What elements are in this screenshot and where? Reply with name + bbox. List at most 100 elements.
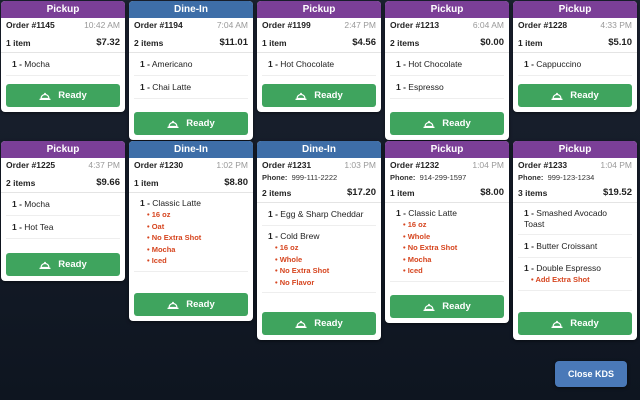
ready-button[interactable]: Ready [390, 112, 504, 135]
order-type-header: Pickup [1, 1, 125, 18]
item-count: 1 item [518, 37, 543, 48]
ready-label: Ready [58, 259, 87, 270]
ready-button[interactable]: Ready [390, 295, 504, 318]
phone-label: Phone: [518, 173, 544, 182]
order-summary: 2 items $11.01 [129, 33, 253, 53]
list-item: 1 - Cold Brew • 16 oz • Whole • No Extra Sh… [262, 226, 376, 293]
item-count: 1 item [6, 37, 31, 48]
order-info: Order #1233 1:04 PM [513, 158, 637, 173]
order-number: Order #1225 [6, 160, 56, 170]
order-info: Order #1232 1:04 PM [385, 158, 509, 173]
modifier-text: Mocha [407, 254, 432, 264]
ready-button[interactable]: Ready [518, 84, 632, 107]
phone-number: 999-111-2222 [291, 173, 338, 182]
list-item: 1 - Double Espresso • Add Extra Shot [518, 258, 632, 291]
order-type-header: Pickup [385, 141, 509, 158]
ready-button[interactable]: Ready [262, 84, 376, 107]
item-quantity: 1 - [524, 58, 534, 69]
order-time: 4:33 PM [600, 20, 632, 30]
item-quantity: 1 - [140, 81, 150, 92]
modifier-text: Whole [279, 254, 303, 264]
list-item: 1 - Hot Tea [6, 216, 120, 239]
item-count: 2 items [262, 187, 292, 198]
item-line: 1 - Classic Latte [396, 208, 498, 219]
item-name: Hot Tea [24, 221, 54, 232]
order-card: Pickup Order #1232 1:04 PM Phone: 914-29… [385, 141, 509, 323]
ready-label: Ready [442, 118, 471, 129]
modifier-text: 16 oz [279, 243, 299, 252]
order-number: Order #1199 [262, 20, 311, 30]
item-list: 1 - Mocha 1 - Hot Tea [1, 193, 125, 239]
item-line: 1 - Mocha [12, 199, 50, 210]
item-quantity: 1 - [524, 208, 534, 218]
order-info: Order #1145 10:42 AM [1, 18, 125, 33]
modifier-text: Add Extra Shot [535, 275, 590, 284]
list-item: 1 - Butter Croissant [518, 235, 632, 258]
modifier-text: Oat [151, 221, 165, 231]
list-item: 1 - Mocha [6, 193, 120, 216]
item-list: 1 - Classic Latte • 16 oz • Oat • No Extra … [129, 193, 253, 272]
phone-number: 999-123-1234 [547, 173, 595, 182]
order-total: $17.20 [346, 187, 376, 198]
item-line: 1 - Smashed Avocado Toast [524, 208, 626, 230]
order-time: 10:42 AM [84, 20, 120, 30]
item-count: 1 item [390, 187, 415, 198]
ready-button[interactable]: Ready [134, 293, 248, 316]
order-time: 6:04 AM [472, 20, 504, 30]
list-item: 1 - Mocha [6, 53, 120, 76]
ready-label: Ready [442, 301, 471, 312]
ready-button[interactable]: Ready [6, 84, 120, 107]
modifier-text: 16 oz [151, 210, 171, 219]
item-count: 2 items [390, 37, 420, 48]
order-summary: 3 items $19.52 [513, 183, 637, 203]
order-time: 2:47 PM [344, 20, 376, 30]
item-quantity: 1 - [396, 208, 406, 218]
order-type-header: Pickup [257, 1, 381, 18]
order-summary: 1 item $5.10 [513, 33, 637, 53]
ready-button[interactable]: Ready [518, 312, 632, 335]
order-type-header: Dine-In [129, 141, 253, 158]
order-summary: 1 item $8.00 [385, 183, 509, 203]
ready-button[interactable]: Ready [134, 112, 248, 135]
customer-phone: Phone: 999-111-2222 [257, 173, 381, 183]
service-bell-icon [167, 301, 179, 309]
ready-button[interactable]: Ready [6, 253, 120, 276]
list-item: 1 - Classic Latte • 16 oz • Oat • No Extra … [134, 193, 248, 272]
item-line: 1 - Cold Brew [268, 231, 370, 242]
order-total: $0.00 [480, 37, 504, 48]
order-info: Order #1230 1:02 PM [129, 158, 253, 173]
list-item: 1 - Classic Latte • 16 oz • Whole • No Extr… [390, 203, 504, 282]
list-item: 1 - Hot Chocolate [262, 53, 376, 76]
item-name: Hot Chocolate [280, 58, 335, 69]
item-line: 1 - Classic Latte [140, 198, 242, 209]
item-modifier: • Oat [147, 221, 165, 231]
item-list: 1 - Smashed Avocado Toast 1 - Butter Cro… [513, 203, 637, 291]
item-name: Mocha [24, 58, 50, 69]
ready-label: Ready [570, 318, 599, 329]
item-name: Cappuccino [536, 58, 582, 69]
order-card: Dine-In Order #1231 1:03 PM Phone: 999-1… [257, 141, 381, 340]
order-type-header: Pickup [385, 1, 509, 18]
item-line: 1 - Hot Tea [12, 222, 53, 233]
ready-label: Ready [186, 299, 215, 310]
order-number: Order #1194 [134, 20, 183, 30]
item-list: 1 - Mocha [1, 53, 125, 76]
order-total: $19.52 [602, 187, 632, 198]
order-total: $4.56 [352, 37, 376, 48]
close-kds-label: Close KDS [567, 369, 614, 379]
order-time: 1:02 PM [216, 160, 248, 170]
order-card: Pickup Order #1228 4:33 PM 1 item $5.10 … [513, 1, 637, 112]
item-line: 1 - Butter Croissant [524, 241, 597, 252]
order-card: Pickup Order #1145 10:42 AM 1 item $7.32… [1, 1, 125, 112]
item-list: 1 - Americano 1 - Chai Latte [129, 53, 253, 99]
ready-button[interactable]: Ready [262, 312, 376, 335]
order-total: $8.80 [224, 177, 248, 188]
item-line: 1 - Hot Chocolate [396, 59, 462, 70]
service-bell-icon [551, 92, 563, 100]
item-list: 1 - Classic Latte • 16 oz • Whole • No Extr… [385, 203, 509, 282]
close-kds-button[interactable]: Close KDS [555, 361, 627, 387]
phone-label: Phone: [262, 173, 288, 182]
item-quantity: 1 - [12, 58, 22, 69]
item-line: 1 - Cappuccino [524, 59, 581, 70]
item-line: 1 - Hot Chocolate [268, 59, 334, 70]
